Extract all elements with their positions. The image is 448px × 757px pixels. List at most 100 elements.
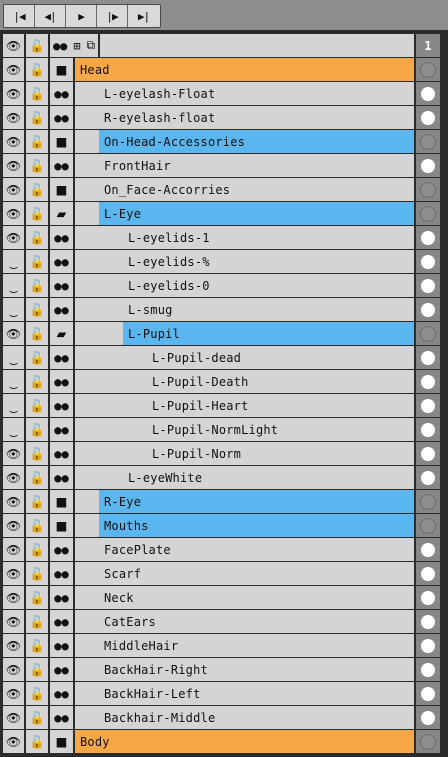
- lock-icon[interactable]: 🔓: [26, 58, 48, 81]
- lock-icon[interactable]: 🔓: [26, 514, 48, 537]
- layer-name[interactable]: Backhair-Middle: [99, 706, 414, 729]
- eye-icon[interactable]: 👁: [3, 730, 24, 753]
- layer-name[interactable]: L-Pupil-dead: [147, 346, 414, 369]
- eye-icon[interactable]: 👁: [3, 658, 24, 681]
- eye-icon[interactable]: 👁: [3, 466, 24, 489]
- play-button[interactable]: ▶: [66, 5, 97, 27]
- layer-name-cell[interactable]: L-eyeWhite: [75, 466, 414, 489]
- eye-closed-icon[interactable]: ‿: [3, 394, 24, 417]
- lock-icon[interactable]: 🔓: [26, 418, 48, 441]
- layer-row[interactable]: 👁 🔓 ▰ L-Eye: [0, 202, 448, 226]
- frame-radio[interactable]: [416, 178, 440, 201]
- frame-radio[interactable]: [416, 106, 440, 129]
- frame-radio[interactable]: [416, 58, 440, 81]
- layer-row[interactable]: 👁 🔓 ●● Backhair-Middle: [0, 706, 448, 730]
- layer-name[interactable]: L-Pupil-NormLight: [147, 418, 414, 441]
- eye-icon[interactable]: 👁: [3, 322, 24, 345]
- layer-name[interactable]: Neck: [99, 586, 414, 609]
- layer-row[interactable]: 👁 🔓 ●● MiddleHair: [0, 634, 448, 658]
- lock-icon[interactable]: 🔓: [26, 466, 48, 489]
- lock-icon[interactable]: 🔓: [26, 202, 48, 225]
- eye-icon[interactable]: 👁: [3, 154, 24, 177]
- frame-radio[interactable]: [416, 274, 440, 297]
- layer-row[interactable]: 👁 🔓 ■ On-Head-Accessories: [0, 130, 448, 154]
- lock-icon[interactable]: 🔓: [26, 442, 48, 465]
- next-frame-button[interactable]: |▶: [97, 5, 128, 27]
- lock-icon[interactable]: 🔓: [26, 706, 48, 729]
- layer-name-cell[interactable]: L-Pupil-Heart: [75, 394, 414, 417]
- layer-name[interactable]: CatEars: [99, 610, 414, 633]
- eye-icon[interactable]: 👁: [3, 682, 24, 705]
- frame-radio[interactable]: [416, 706, 440, 729]
- lock-icon[interactable]: 🔓: [26, 298, 48, 321]
- layer-row[interactable]: 👁 🔓 ●● L-eyelash-Float: [0, 82, 448, 106]
- eye-icon[interactable]: 👁: [3, 586, 24, 609]
- layer-row[interactable]: 👁 🔓 ●● BackHair-Right: [0, 658, 448, 682]
- layer-name-cell[interactable]: R-Eye: [75, 490, 414, 513]
- layer-name-cell[interactable]: CatEars: [75, 610, 414, 633]
- layer-row[interactable]: 👁 🔓 ●● BackHair-Left: [0, 682, 448, 706]
- eye-icon[interactable]: 👁: [3, 106, 24, 129]
- layer-name-cell[interactable]: L-eyelids-1: [75, 226, 414, 249]
- lock-icon[interactable]: 🔓: [26, 682, 48, 705]
- layer-row[interactable]: 👁 🔓 ▰ L-Pupil: [0, 322, 448, 346]
- layer-row[interactable]: 👁 🔓 ■ On_Face-Accorries: [0, 178, 448, 202]
- eye-icon[interactable]: 👁: [3, 130, 24, 153]
- layer-name-cell[interactable]: L-eyelash-Float: [75, 82, 414, 105]
- layer-name[interactable]: L-eyelids-0: [123, 274, 414, 297]
- layer-row[interactable]: ‿ 🔓 ●● L-eyelids-%: [0, 250, 448, 274]
- layer-name-cell[interactable]: Body: [75, 730, 414, 753]
- dots-icon[interactable]: ●●: [53, 39, 67, 53]
- frame-radio[interactable]: [416, 202, 440, 225]
- layer-name-cell[interactable]: L-Pupil-NormLight: [75, 418, 414, 441]
- lock-icon[interactable]: 🔓: [26, 490, 48, 513]
- layer-name[interactable]: L-eyelids-%: [123, 250, 414, 273]
- layer-row[interactable]: 👁 🔓 ●● L-Pupil-Norm: [0, 442, 448, 466]
- frame-radio[interactable]: [416, 514, 440, 537]
- frame-radio[interactable]: [416, 322, 440, 345]
- layer-name-cell[interactable]: Head: [75, 58, 414, 81]
- first-frame-button[interactable]: |◀: [4, 5, 35, 27]
- layer-name-cell[interactable]: Backhair-Middle: [75, 706, 414, 729]
- layer-name[interactable]: L-Pupil-Death: [147, 370, 414, 393]
- layer-row[interactable]: ‿ 🔓 ●● L-smug: [0, 298, 448, 322]
- eye-closed-icon[interactable]: ‿: [3, 346, 24, 369]
- layer-name-cell[interactable]: Mouths: [75, 514, 414, 537]
- layer-row[interactable]: 👁 🔓 ●● L-eyelids-1: [0, 226, 448, 250]
- eye-icon[interactable]: 👁: [3, 178, 24, 201]
- eye-closed-icon[interactable]: ‿: [3, 274, 24, 297]
- layer-name[interactable]: L-Eye: [99, 202, 414, 225]
- frame-radio[interactable]: [416, 250, 440, 273]
- lock-icon[interactable]: 🔓: [26, 250, 48, 273]
- lock-icon[interactable]: 🔓: [26, 658, 48, 681]
- frame-radio[interactable]: [416, 442, 440, 465]
- layer-name[interactable]: Scarf: [99, 562, 414, 585]
- lock-icon[interactable]: 🔓: [26, 106, 48, 129]
- layer-row[interactable]: 👁 🔓 ●● Neck: [0, 586, 448, 610]
- last-frame-button[interactable]: ▶|: [128, 5, 159, 27]
- lock-icon[interactable]: 🔓: [26, 538, 48, 561]
- layer-name[interactable]: L-eyelash-Float: [99, 82, 414, 105]
- layer-name-cell[interactable]: On_Face-Accorries: [75, 178, 414, 201]
- eye-closed-icon[interactable]: ‿: [3, 298, 24, 321]
- layer-row[interactable]: 👁 🔓 ●● L-eyeWhite: [0, 466, 448, 490]
- layer-name[interactable]: On-Head-Accessories: [99, 130, 414, 153]
- layer-name-cell[interactable]: Neck: [75, 586, 414, 609]
- frame-radio[interactable]: [416, 346, 440, 369]
- layer-name-cell[interactable]: L-Pupil: [75, 322, 414, 345]
- eye-icon[interactable]: 👁: [3, 82, 24, 105]
- eye-closed-icon[interactable]: ‿: [3, 370, 24, 393]
- frame-radio[interactable]: [416, 538, 440, 561]
- eye-icon[interactable]: 👁: [3, 202, 24, 225]
- lock-icon[interactable]: 🔓: [26, 130, 48, 153]
- lock-icon[interactable]: 🔓: [26, 586, 48, 609]
- layer-name[interactable]: L-Pupil: [123, 322, 414, 345]
- layer-name[interactable]: R-eyelash-float: [99, 106, 414, 129]
- lock-icon[interactable]: 🔓: [26, 226, 48, 249]
- lock-icon[interactable]: 🔓: [26, 634, 48, 657]
- frame-radio[interactable]: [416, 226, 440, 249]
- frame-radio[interactable]: [416, 586, 440, 609]
- eye-icon[interactable]: 👁: [3, 34, 24, 57]
- eye-closed-icon[interactable]: ‿: [3, 418, 24, 441]
- eye-icon[interactable]: 👁: [3, 538, 24, 561]
